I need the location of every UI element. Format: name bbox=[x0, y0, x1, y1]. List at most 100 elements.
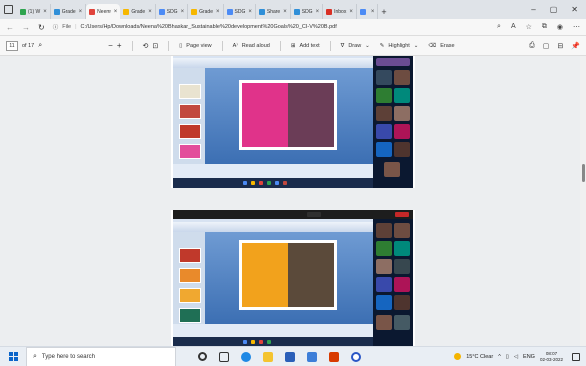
browser-tab[interactable]: Grade × bbox=[188, 4, 224, 19]
draw-button[interactable]: Draw bbox=[348, 43, 361, 49]
favorites-icon[interactable]: ☆ bbox=[526, 23, 532, 31]
page-image-screenshot bbox=[173, 210, 413, 346]
file-explorer-icon[interactable] bbox=[263, 351, 273, 362]
new-tab-button[interactable]: + bbox=[378, 4, 389, 19]
office-icon[interactable] bbox=[329, 351, 339, 362]
zoom-out-icon[interactable]: − bbox=[108, 41, 113, 50]
volume-icon[interactable]: ◁ bbox=[514, 354, 518, 360]
notifications-icon[interactable] bbox=[572, 352, 580, 361]
system-tray: 15°C Clear ^ ▯ ◁ ENG 08:07 02-03-2022 bbox=[454, 351, 586, 363]
task-view-icon[interactable] bbox=[219, 351, 229, 362]
reload-icon[interactable]: ↻ bbox=[38, 23, 45, 32]
page-number-input[interactable]: 11 bbox=[6, 40, 18, 51]
url-field[interactable]: ⓘ File | C:/Users/Hp/Downloads/Neena%20B… bbox=[53, 21, 489, 33]
read-aloud-button[interactable]: Read aloud bbox=[242, 43, 270, 49]
browser-tab[interactable]: × bbox=[357, 4, 379, 19]
pin-icon[interactable]: 📌 bbox=[571, 42, 580, 50]
tab-label: SDG bbox=[301, 8, 313, 15]
read-mode-icon[interactable]: A bbox=[511, 23, 516, 31]
pdf-page bbox=[171, 56, 415, 188]
tab-favicon-icon bbox=[359, 8, 366, 15]
window-menu-icon[interactable] bbox=[4, 5, 13, 14]
chevron-down-icon[interactable]: ⌄ bbox=[414, 43, 419, 49]
browser-tab[interactable]: Grade × bbox=[51, 4, 87, 19]
forward-icon[interactable]: → bbox=[22, 23, 30, 32]
save-icon[interactable]: ▢ bbox=[543, 42, 550, 50]
browser-tab[interactable]: SDG × bbox=[156, 4, 189, 19]
tab-close-icon[interactable]: × bbox=[114, 9, 118, 15]
page-view-button[interactable]: Page view bbox=[186, 43, 211, 49]
tab-favicon-icon bbox=[191, 8, 198, 15]
edge-icon[interactable] bbox=[241, 351, 251, 362]
weather-icon[interactable] bbox=[454, 353, 462, 360]
slide-thumbnails bbox=[173, 232, 205, 324]
cortana-icon[interactable] bbox=[198, 352, 207, 361]
erase-button[interactable]: Erase bbox=[440, 43, 454, 49]
chevron-up-icon[interactable]: ^ bbox=[498, 354, 501, 360]
tab-close-icon[interactable]: × bbox=[181, 9, 185, 15]
tab-close-icon[interactable]: × bbox=[283, 9, 287, 15]
zoom-in-icon[interactable]: + bbox=[117, 41, 122, 50]
start-button[interactable] bbox=[0, 347, 26, 366]
mail-icon[interactable] bbox=[307, 351, 317, 362]
rotate-icon[interactable]: ⟲ bbox=[143, 42, 149, 50]
pdf-page bbox=[171, 210, 415, 346]
weather-text[interactable]: 15°C Clear bbox=[466, 354, 493, 360]
minimize-icon[interactable]: – bbox=[531, 5, 535, 14]
clock[interactable]: 08:07 02-03-2022 bbox=[540, 351, 563, 363]
tab-label: SDG bbox=[166, 8, 178, 15]
pdf-toolbar-right: ⎙ ▢ ⊟ 📌 bbox=[529, 42, 580, 50]
taskbar-search[interactable]: ⌕ Type here to search bbox=[26, 346, 176, 366]
browser-tab[interactable]: Grade × bbox=[120, 4, 156, 19]
tab-favicon-icon bbox=[20, 8, 26, 15]
tab-close-icon[interactable]: × bbox=[79, 9, 83, 15]
vertical-scrollbar[interactable] bbox=[580, 56, 586, 346]
tab-close-icon[interactable]: × bbox=[371, 9, 375, 15]
scrollbar-thumb[interactable] bbox=[582, 164, 585, 182]
tab-close-icon[interactable]: × bbox=[316, 9, 320, 15]
tab-close-icon[interactable]: × bbox=[148, 9, 152, 15]
tab-close-icon[interactable]: × bbox=[43, 9, 47, 15]
find-icon[interactable]: ⌕ bbox=[38, 42, 42, 50]
print-icon[interactable]: ⎙ bbox=[529, 42, 535, 50]
windows-taskbar: ⌕ Type here to search 15°C Clear ^ ▯ ◁ E… bbox=[0, 346, 586, 366]
address-bar: ← → ↻ ⓘ File | C:/Users/Hp/Downloads/Nee… bbox=[0, 19, 586, 36]
browser-tab[interactable]: Inbox × bbox=[323, 4, 357, 19]
add-text-button[interactable]: Add text bbox=[299, 43, 319, 49]
slide-preview bbox=[239, 80, 337, 150]
highlight-button[interactable]: Highlight bbox=[388, 43, 409, 49]
chrome-icon[interactable] bbox=[351, 351, 361, 362]
tab-close-icon[interactable]: × bbox=[349, 9, 353, 15]
browser-tab[interactable]: SDG × bbox=[291, 4, 324, 19]
profile-icon[interactable]: ◉ bbox=[557, 23, 563, 31]
collections-icon[interactable]: ⧉ bbox=[542, 23, 547, 31]
chevron-down-icon[interactable]: ⌄ bbox=[365, 43, 370, 49]
tab-label: Grade bbox=[61, 8, 76, 15]
browser-tab[interactable]: (1) W × bbox=[17, 4, 51, 19]
zoom-icon[interactable]: ⌕ bbox=[497, 23, 501, 31]
pdf-viewer[interactable] bbox=[0, 56, 580, 346]
taskbar-apps bbox=[198, 351, 361, 362]
network-icon[interactable]: ▯ bbox=[506, 354, 509, 360]
browser-tab[interactable]: SDG × bbox=[224, 4, 256, 19]
tab-favicon-icon bbox=[226, 8, 233, 15]
language-indicator[interactable]: ENG bbox=[523, 354, 535, 360]
highlight-icon: ✎ bbox=[379, 42, 385, 49]
back-icon[interactable]: ← bbox=[6, 23, 14, 32]
maximize-icon[interactable]: ▢ bbox=[550, 5, 558, 14]
browser-tab[interactable]: Share × bbox=[256, 4, 291, 19]
close-icon[interactable]: ✕ bbox=[571, 5, 578, 14]
browser-tab[interactable]: Neerɐ × bbox=[86, 4, 121, 19]
store-icon[interactable] bbox=[285, 351, 295, 362]
pdf-toolbar: 11 of 17 ⌕ − + ⟲ ⊡ ▯ Page view A⁾ Read a… bbox=[0, 36, 586, 56]
tab-close-icon[interactable]: × bbox=[216, 9, 220, 15]
video-participants bbox=[373, 219, 413, 346]
save-as-icon[interactable]: ⊟ bbox=[557, 42, 563, 50]
search-placeholder: Type here to search bbox=[41, 353, 95, 360]
tab-close-icon[interactable]: × bbox=[248, 9, 252, 15]
more-icon[interactable]: ⋯ bbox=[573, 23, 580, 31]
fit-page-icon[interactable]: ⊡ bbox=[152, 42, 158, 50]
page-view-icon: ▯ bbox=[179, 42, 183, 49]
browser-tab-strip: (1) W × Grade × Neerɐ × Grade × SDG × Grade × SDG × Sh… bbox=[0, 0, 586, 19]
url-scheme-label: File bbox=[62, 24, 72, 30]
